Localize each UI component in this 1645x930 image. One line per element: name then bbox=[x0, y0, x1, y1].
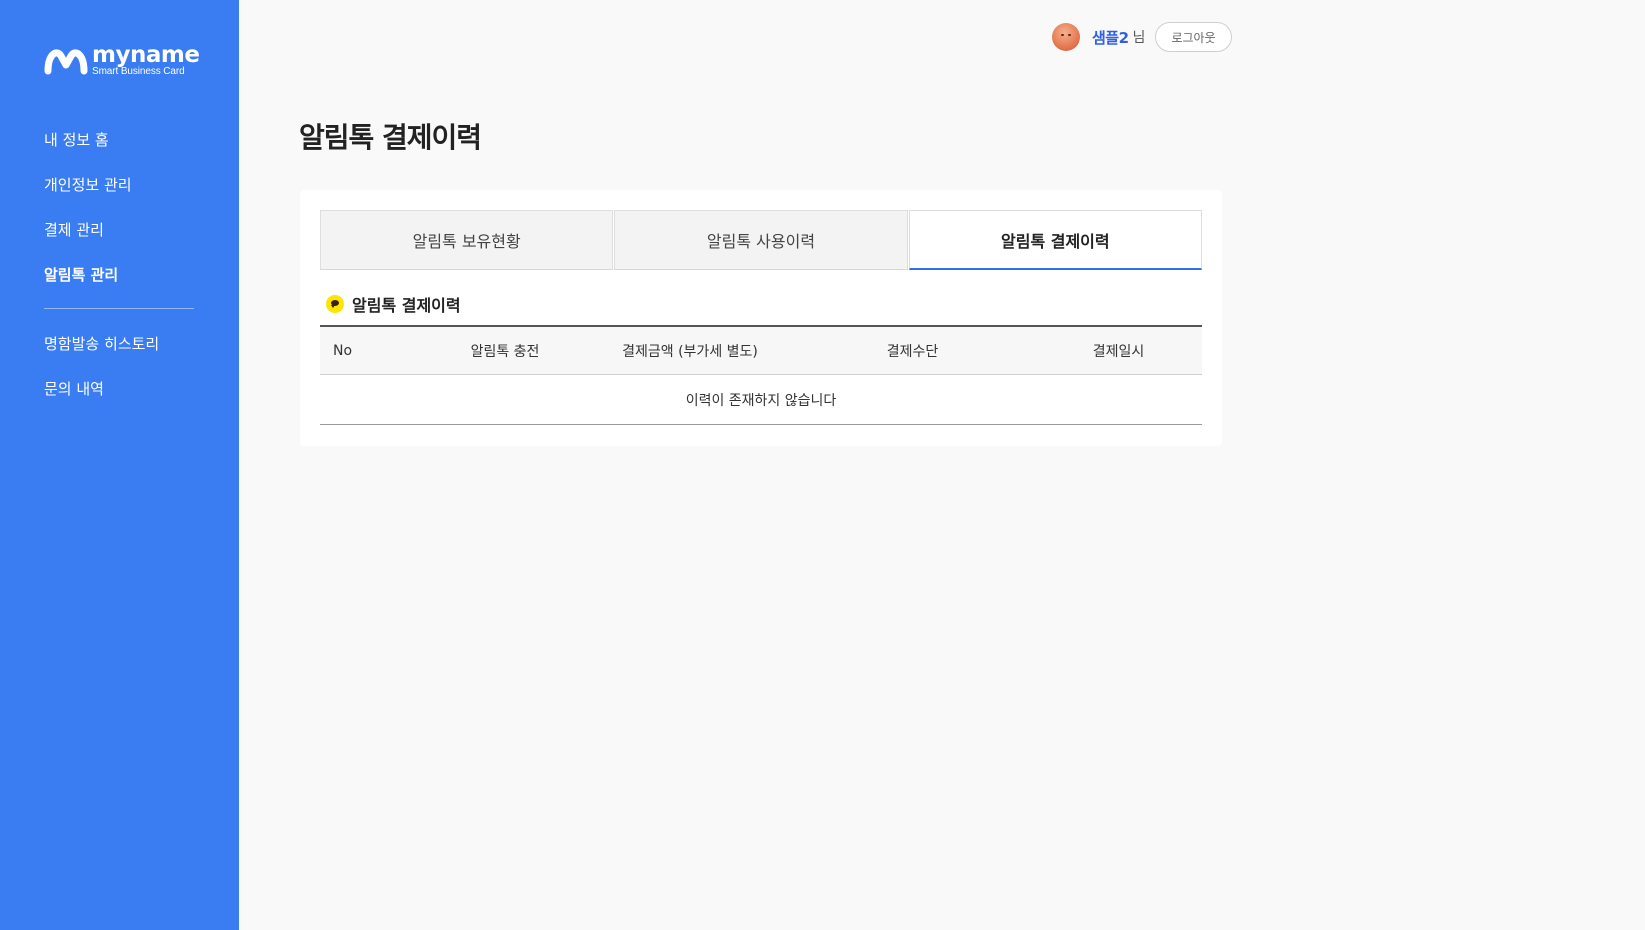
sidebar-item-my-info-home[interactable]: 내 정보 홈 bbox=[44, 128, 194, 173]
table-header: No 알림톡 충전 결제금액 (부가세 별도) 결제수단 결제일시 bbox=[320, 327, 1202, 375]
myname-logo-icon bbox=[44, 49, 88, 75]
sidebar-item-personal-info[interactable]: 개인정보 관리 bbox=[44, 173, 194, 218]
user-name: 샘플2 bbox=[1092, 28, 1129, 47]
sidebar-item-payment[interactable]: 결제 관리 bbox=[44, 218, 194, 263]
sidebar-nav: 내 정보 홈 개인정보 관리 결제 관리 알림톡 관리 명함발송 히스토리 문의… bbox=[44, 128, 194, 422]
column-header-method: 결제수단 bbox=[886, 343, 939, 360]
column-header-date: 결제일시 bbox=[1092, 343, 1145, 360]
column-header-amount: 결제금액 (부가세 별도) bbox=[622, 343, 758, 360]
sidebar-item-inquiries[interactable]: 문의 내역 bbox=[44, 377, 194, 422]
content-card: 알림톡 보유현황 알림톡 사용이력 알림톡 결제이력 알림톡 결제이력 No 알… bbox=[300, 190, 1222, 446]
user-suffix: 님 bbox=[1132, 30, 1146, 46]
brand-logo[interactable]: myname Smart Business Card bbox=[44, 42, 200, 78]
brand-name: myname bbox=[92, 42, 200, 68]
column-header-no: No bbox=[333, 342, 353, 359]
logout-button[interactable]: 로그아웃 bbox=[1155, 22, 1232, 52]
user-area: 샘플2 님 로그아웃 bbox=[1052, 22, 1232, 52]
tab-alimtalk-payment[interactable]: 알림톡 결제이력 bbox=[908, 210, 1202, 270]
column-header-charge: 알림톡 충전 bbox=[470, 343, 540, 360]
tab-bar: 알림톡 보유현황 알림톡 사용이력 알림톡 결제이력 bbox=[320, 210, 1202, 270]
section-heading: 알림톡 결제이력 bbox=[326, 292, 461, 316]
tab-alimtalk-balance[interactable]: 알림톡 보유현황 bbox=[320, 210, 614, 270]
brand-tagline: Smart Business Card bbox=[92, 66, 185, 77]
page-title: 알림톡 결제이력 bbox=[299, 121, 482, 154]
sidebar: myname Smart Business Card 내 정보 홈 개인정보 관… bbox=[0, 0, 239, 930]
empty-message: 이력이 존재하지 않습니다 bbox=[320, 375, 1202, 425]
sidebar-item-alimtalk[interactable]: 알림톡 관리 bbox=[44, 263, 194, 308]
sidebar-divider bbox=[44, 308, 194, 309]
payment-history-table: No 알림톡 충전 결제금액 (부가세 별도) 결제수단 결제일시 이력이 존재… bbox=[320, 325, 1202, 425]
avatar[interactable] bbox=[1052, 23, 1080, 51]
sidebar-item-card-history[interactable]: 명함발송 히스토리 bbox=[44, 332, 194, 377]
section-title: 알림톡 결제이력 bbox=[352, 296, 461, 315]
kakao-talk-icon bbox=[326, 295, 344, 313]
tab-alimtalk-usage[interactable]: 알림톡 사용이력 bbox=[614, 210, 908, 270]
